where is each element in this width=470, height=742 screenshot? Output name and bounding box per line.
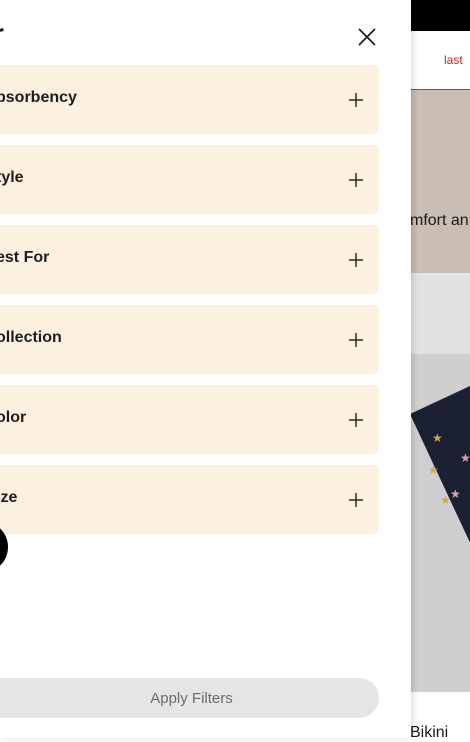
hero-text: mfort an — [410, 212, 469, 229]
plus-icon — [349, 413, 363, 427]
accordion-label: ize — [0, 489, 18, 506]
plus-icon — [349, 493, 363, 507]
apply-filters-button[interactable]: Apply Filters — [0, 678, 379, 718]
accordion-size[interactable]: ize — [0, 465, 379, 534]
accordion-label: est For — [0, 249, 50, 266]
accordion-label: olor — [0, 409, 27, 426]
accordion-color[interactable]: olor — [0, 385, 379, 454]
accordion-label: ollection — [0, 329, 62, 346]
star-icon: ★ — [460, 451, 470, 465]
star-icon: ★ — [450, 487, 461, 501]
accordion-style[interactable]: tyle — [0, 145, 379, 214]
product-name[interactable]: Bikini — [410, 724, 448, 742]
accordion-absorbency[interactable]: bsorbency — [0, 65, 379, 134]
plus-icon — [349, 253, 363, 267]
star-icon: ★ — [440, 493, 451, 507]
star-icon: ★ — [432, 431, 443, 445]
accordion-label: tyle — [0, 169, 24, 186]
accordion-collection[interactable]: ollection — [0, 305, 379, 374]
nav-item-last[interactable]: last — [444, 53, 463, 67]
accordion-label: bsorbency — [0, 89, 77, 106]
plus-icon — [349, 173, 363, 187]
close-button[interactable] — [352, 22, 382, 52]
drawer-title: ter — [0, 18, 4, 49]
close-icon — [358, 28, 376, 46]
filter-drawer: ter bsorbency tyle est For ollection olo… — [0, 0, 411, 738]
accordion-best-for[interactable]: est For — [0, 225, 379, 294]
plus-icon — [349, 333, 363, 347]
plus-icon — [349, 93, 363, 107]
product-fabric — [410, 354, 470, 623]
star-icon: ★ — [428, 463, 439, 477]
